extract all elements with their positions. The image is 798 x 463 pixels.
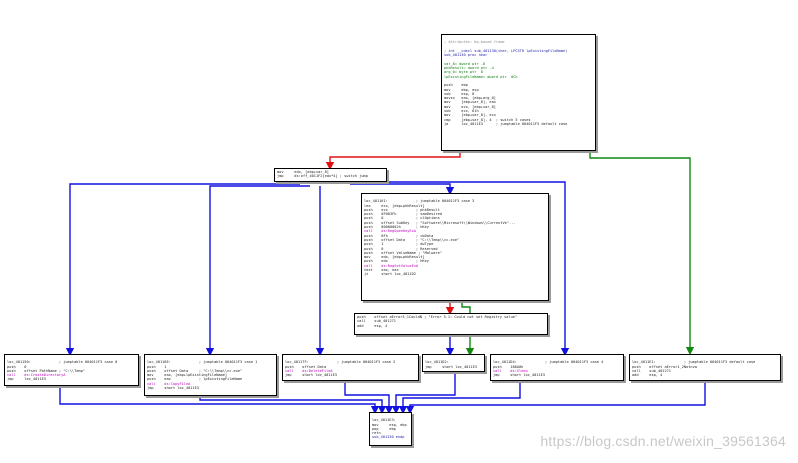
code-line: jmp ds:off_4011F2[edx*4] ; switch jump bbox=[277, 174, 368, 179]
basic-block-entry[interactable]: ; Attributes: bp-based frame; int __cdec… bbox=[441, 34, 596, 151]
edge-entry-default bbox=[589, 151, 695, 356]
code-line: jmp short loc_4011E3 bbox=[425, 364, 477, 369]
code-line: add esp, 4 bbox=[357, 323, 388, 328]
code-line: add esp, 4 bbox=[632, 373, 663, 378]
code-line: jmp loc_4011E3 bbox=[7, 377, 46, 382]
code-line: jmp short loc_4011E3 bbox=[493, 373, 545, 378]
code-line: loc_401150: ; jumptable 004011F3 case 0 bbox=[7, 360, 118, 365]
basic-block-error[interactable]: push offset aError3_1CouldN ; "Error 3.1… bbox=[354, 313, 548, 335]
edge-entry-switch bbox=[325, 151, 461, 171]
basic-block-case4[interactable]: loc_4011D4: ; jumptable 004011F3 case 4p… bbox=[490, 354, 624, 381]
watermark-text: https://blog.csdn.net/weixin_39561364 bbox=[540, 433, 786, 449]
edge-switch-case3 bbox=[350, 183, 455, 196]
code-line: jz short loc_4011D2 bbox=[364, 272, 416, 277]
basic-block-4011d2[interactable]: loc_4011D2: jmp short loc_4011E3 bbox=[422, 354, 485, 372]
code-line: sub_401130 endp bbox=[372, 435, 405, 440]
edge-switch-case1 bbox=[205, 185, 310, 357]
code-line: jmp short loc_4011E3 bbox=[147, 386, 199, 391]
basic-block-switch[interactable]: mov edx, [ebp+var_8] jmp ds:off_4011F2[ed… bbox=[274, 168, 387, 182]
basic-block-case0[interactable]: loc_401150: ; jumptable 004011F3 case 0p… bbox=[4, 354, 139, 386]
basic-block-exit[interactable]: loc_4011E3: mov esp, ebp pop ebp retn sub_40… bbox=[369, 412, 412, 446]
basic-block-case3[interactable]: loc_401161: ; jumptable 004011F3 case 3l… bbox=[361, 193, 549, 301]
basic-block-default[interactable]: loc_4011E1: ; jumptable 004011F3 default… bbox=[629, 354, 781, 381]
basic-block-case1[interactable]: loc_40116E: ; jumptable 004011F3 case 1p… bbox=[144, 354, 277, 396]
edge-switch-case0 bbox=[65, 183, 300, 357]
code-line: jmp short loc_4011E3 bbox=[285, 373, 337, 378]
code-line: loc_4011D4: ; jumptable 004011F3 case 4 bbox=[493, 360, 604, 365]
code-line: ja loc_4011E3 ; jumptable 004011F3 defau… bbox=[444, 121, 568, 126]
code-line: loc_40116E: ; jumptable 004011F3 case 1 bbox=[147, 360, 258, 365]
basic-block-case2[interactable]: loc_40117F: ; jumptable 004011F3 case 2p… bbox=[282, 354, 419, 381]
